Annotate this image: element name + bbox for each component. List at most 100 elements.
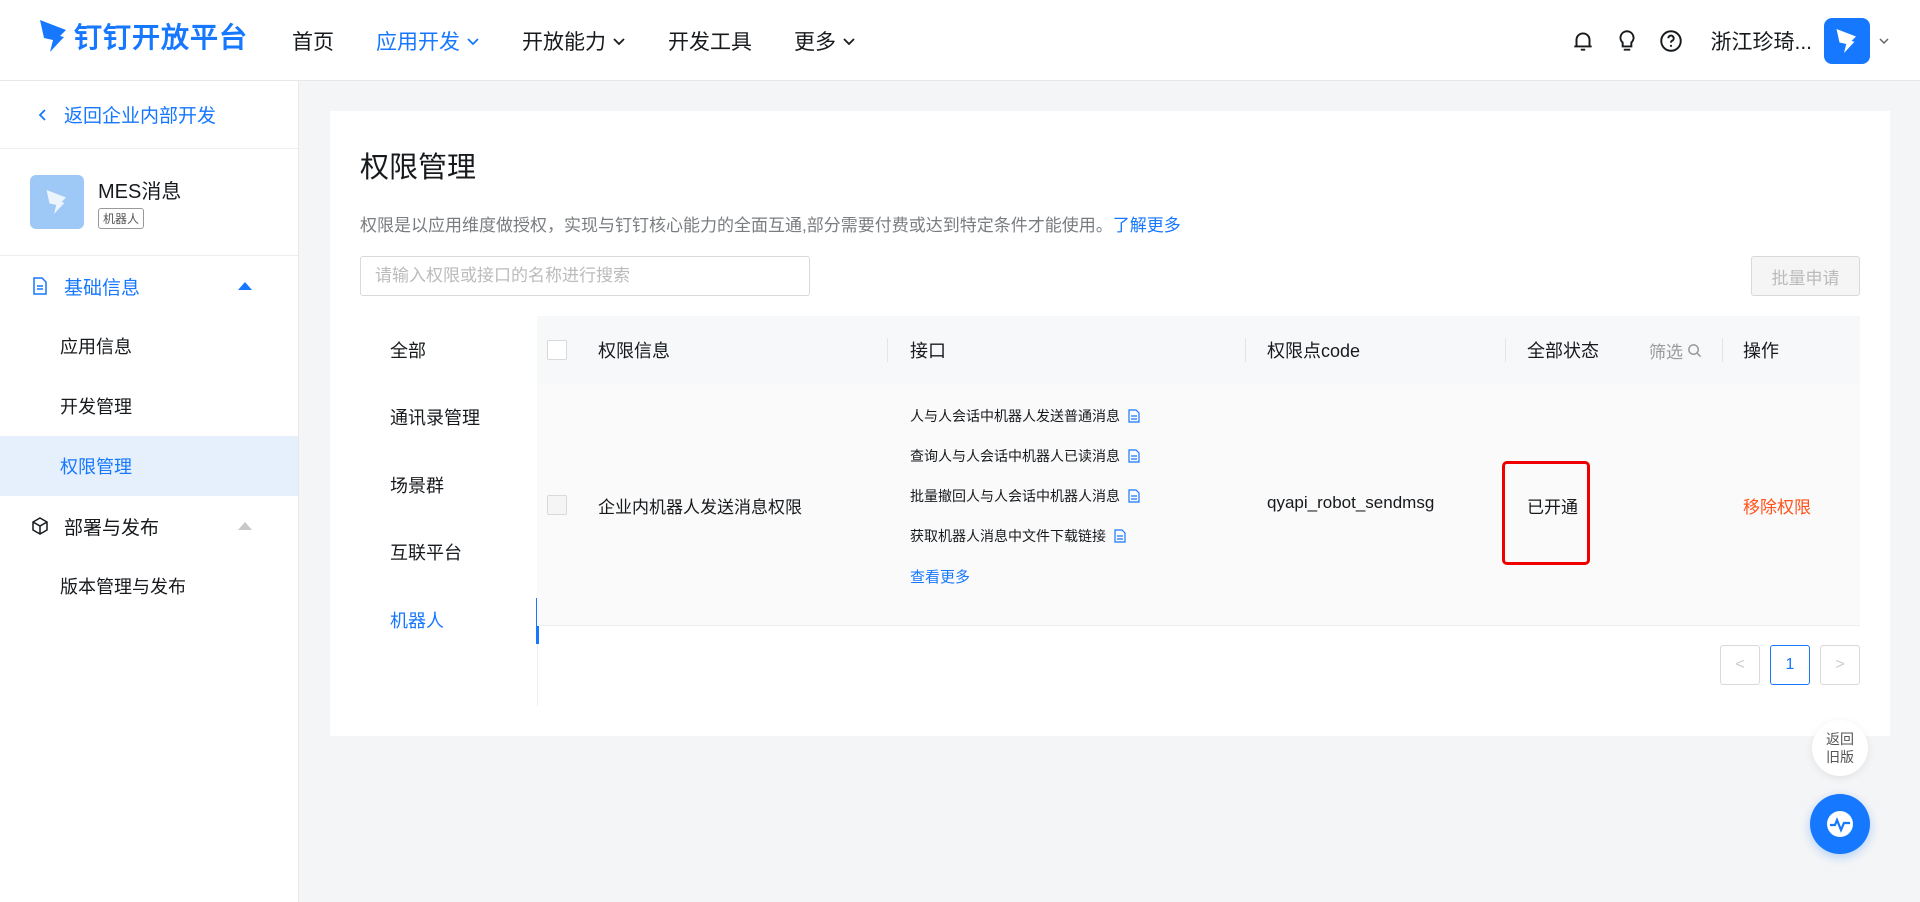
page-description: 权限是以应用维度做授权，实现与钉钉核心能力的全面互通,部分需要付费或达到特定条件… — [360, 211, 1181, 236]
api-item[interactable]: 人与人会话中机器人发送普通消息 — [910, 396, 1140, 436]
menu-item-permission-management[interactable]: 权限管理 — [0, 436, 298, 496]
api-item[interactable]: 查询人与人会话中机器人已读消息 — [910, 436, 1140, 476]
menu-group-basic-info[interactable]: 基础信息 — [0, 256, 298, 316]
category-scene-group[interactable]: 场景群 — [360, 451, 537, 519]
sidebar: 返回企业内部开发 MES消息 机器人 基础信息 应用信息 开发管理 权限管理 部… — [0, 81, 299, 902]
brand-logo[interactable]: 钉钉开放平台 — [38, 14, 248, 58]
header-action: 操作 — [1743, 341, 1779, 361]
menu-item-dev-management-label: 开发管理 — [60, 397, 132, 417]
category-interconnect[interactable]: 互联平台 — [360, 519, 537, 587]
select-all-checkbox[interactable] — [547, 340, 567, 360]
brand-name: 钉钉开放平台 — [74, 22, 249, 53]
api-item-label: 人与人会话中机器人发送普通消息 — [910, 408, 1120, 424]
app-info: MES消息 机器人 — [98, 175, 181, 229]
chevron-down-icon — [843, 37, 855, 45]
row-checkbox[interactable] — [547, 495, 567, 515]
category-all[interactable]: 全部 — [360, 316, 537, 384]
view-more-apis-link[interactable]: 查看更多 — [910, 556, 1140, 596]
cube-icon — [32, 517, 48, 535]
permission-search-input[interactable] — [360, 256, 810, 296]
old-version-label: 返回 旧版 — [1826, 730, 1854, 766]
menu-item-version-release[interactable]: 版本管理与发布 — [0, 556, 298, 616]
category-interconnect-label: 互联平台 — [390, 543, 462, 564]
api-item-label: 查询人与人会话中机器人已读消息 — [910, 448, 1120, 464]
doc-link-icon[interactable] — [1128, 409, 1140, 423]
nav-app-dev[interactable]: 应用开发 — [376, 26, 480, 56]
doc-link-icon[interactable] — [1128, 489, 1140, 503]
bell-icon[interactable] — [1570, 28, 1596, 54]
user-name[interactable]: 浙江珍琦... — [1710, 26, 1812, 56]
nav-app-dev-label: 应用开发 — [376, 30, 460, 54]
nav-open-capability[interactable]: 开放能力 — [522, 26, 626, 56]
doc-link-icon[interactable] — [1114, 529, 1126, 543]
row-checkbox-cell — [547, 495, 567, 515]
nav-more-label: 更多 — [794, 30, 836, 54]
category-robot[interactable]: 机器人 — [360, 586, 539, 654]
menu-item-app-info-label: 应用信息 — [60, 337, 132, 357]
api-item[interactable]: 批量撤回人与人会话中机器人消息 — [910, 476, 1140, 516]
api-item-label: 批量撤回人与人会话中机器人消息 — [910, 488, 1120, 504]
filter-button[interactable]: 筛选 — [1649, 316, 1702, 384]
api-item-label: 获取机器人消息中文件下载链接 — [910, 528, 1106, 544]
header-api: 接口 — [910, 341, 946, 361]
filter-label: 筛选 — [1649, 342, 1683, 362]
nav-dev-tools[interactable]: 开发工具 — [668, 26, 752, 56]
table-row: 企业内机器人发送消息权限 人与人会话中机器人发送普通消息 查询人与人会话中机器人… — [537, 384, 1860, 626]
top-header: 钉钉开放平台 首页 应用开发 开放能力 开发工具 更多 浙江珍琦... — [0, 0, 1920, 81]
api-list: 人与人会话中机器人发送普通消息 查询人与人会话中机器人已读消息 批量撤回人与人会… — [910, 396, 1140, 596]
document-icon — [33, 277, 47, 295]
menu-item-permission-management-label: 权限管理 — [60, 457, 132, 477]
search-icon — [1688, 343, 1702, 357]
pagination: < 1 > — [1710, 645, 1860, 685]
menu-group-basic-info-label: 基础信息 — [64, 277, 141, 299]
old-version-label-line2: 旧版 — [1826, 749, 1854, 765]
menu-group-deploy-publish[interactable]: 部署与发布 — [0, 496, 298, 556]
caret-up-icon — [238, 522, 252, 530]
learn-more-link[interactable]: 了解更多 — [1113, 216, 1181, 235]
menu-item-dev-management[interactable]: 开发管理 — [0, 376, 298, 436]
nav-open-capability-label: 开放能力 — [522, 30, 606, 54]
back-to-old-version-button[interactable]: 返回 旧版 — [1812, 720, 1868, 776]
remove-permission-link[interactable]: 移除权限 — [1743, 493, 1811, 518]
page-title: 权限管理 — [360, 152, 477, 184]
menu-group-deploy-publish-label: 部署与发布 — [64, 517, 160, 539]
caret-up-icon — [238, 282, 252, 290]
category-robot-label: 机器人 — [390, 610, 444, 631]
assistant-button[interactable] — [1810, 794, 1870, 854]
category-contacts[interactable]: 通讯录管理 — [360, 384, 537, 452]
nav-home-label: 首页 — [292, 30, 334, 54]
lightbulb-icon[interactable] — [1614, 28, 1640, 54]
app-logo — [30, 175, 84, 229]
dingtalk-logo-icon — [40, 20, 66, 52]
app-card: MES消息 机器人 — [0, 149, 298, 256]
app-name: MES消息 — [98, 181, 182, 203]
header-code: 权限点code — [1267, 341, 1361, 361]
help-icon[interactable] — [1658, 28, 1684, 54]
nav-more[interactable]: 更多 — [794, 26, 856, 56]
category-scene-group-label: 场景群 — [390, 475, 444, 496]
batch-apply-button[interactable]: 批量申请 — [1751, 256, 1860, 296]
dingtalk-logo-icon — [1836, 28, 1856, 53]
nav-home[interactable]: 首页 — [292, 26, 334, 56]
avatar[interactable] — [1824, 17, 1870, 64]
column-divider — [887, 338, 888, 362]
page-number[interactable]: 1 — [1770, 645, 1810, 685]
category-all-label: 全部 — [390, 340, 426, 361]
api-item[interactable]: 获取机器人消息中文件下载链接 — [910, 516, 1140, 556]
main-panel: 权限管理 权限是以应用维度做授权，实现与钉钉核心能力的全面互通,部分需要付费或达… — [330, 111, 1890, 736]
menu-item-app-info[interactable]: 应用信息 — [0, 316, 298, 376]
app-type-tag: 机器人 — [98, 208, 145, 229]
doc-link-icon[interactable] — [1128, 449, 1140, 463]
prev-page-button[interactable]: < — [1720, 645, 1760, 685]
old-version-label-line1: 返回 — [1826, 731, 1854, 747]
nav-dev-tools-label: 开发工具 — [668, 30, 752, 54]
chevron-down-icon[interactable] — [1878, 35, 1890, 47]
back-link-label: 返回企业内部开发 — [64, 106, 217, 127]
category-list: 全部 通讯录管理 场景群 互联平台 机器人 — [360, 316, 539, 706]
column-divider — [1505, 338, 1506, 362]
status-badge: 已开通 — [1527, 498, 1578, 517]
next-page-button[interactable]: > — [1820, 645, 1860, 685]
status-filter-dropdown[interactable]: 全部状态 — [1527, 316, 1599, 384]
table-header: 权限信息 接口 权限点code 全部状态 筛选 操作 — [537, 316, 1860, 384]
back-to-internal-dev-link[interactable]: 返回企业内部开发 — [0, 81, 298, 149]
